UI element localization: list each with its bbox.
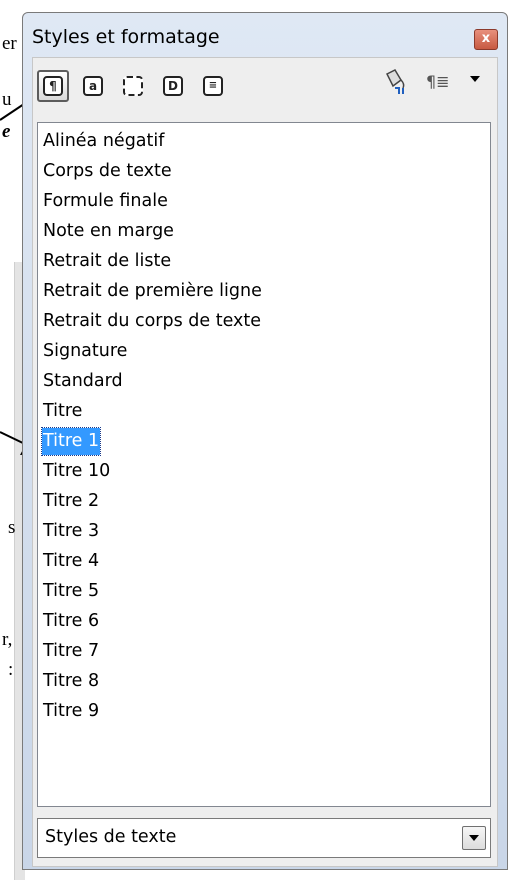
character-styles-icon: a	[83, 76, 103, 96]
frame-styles-icon	[123, 76, 143, 96]
style-list-item[interactable]: Standard	[42, 368, 124, 395]
style-list-item[interactable]: Corps de texte	[42, 158, 173, 185]
style-list-item[interactable]: Note en marge	[42, 218, 175, 245]
style-list-item[interactable]: Formule finale	[42, 188, 169, 215]
style-list-item[interactable]: Titre 8	[42, 668, 100, 695]
style-list-item[interactable]: Titre	[42, 398, 83, 425]
style-list-item[interactable]: Titre 4	[42, 548, 100, 575]
style-list-item[interactable]: Alinéa négatif	[42, 128, 165, 155]
style-list-item[interactable]: Retrait du corps de texte	[42, 308, 262, 335]
close-icon: x	[481, 31, 491, 46]
style-family-toolbar: ¶ a D ≡ ¶≣	[33, 58, 497, 122]
style-list-item[interactable]: Titre 10	[42, 458, 111, 485]
style-list-item[interactable]: Titre 7	[42, 638, 100, 665]
close-button[interactable]: x	[474, 29, 498, 50]
character-styles-button[interactable]: a	[77, 70, 109, 102]
style-list-item[interactable]: Titre 6	[42, 608, 100, 635]
style-filter-select[interactable]: Styles de texte	[37, 818, 491, 858]
fill-format-button[interactable]	[381, 68, 411, 100]
new-style-icon: ¶≣	[426, 72, 450, 91]
panel-title: Styles et formatage	[32, 26, 220, 48]
style-actions-dropdown[interactable]	[470, 76, 480, 82]
new-style-button[interactable]: ¶≣	[426, 72, 450, 91]
style-list-item[interactable]: Titre 1	[40, 427, 102, 456]
style-list-item[interactable]: Titre 9	[42, 698, 100, 725]
style-list-item[interactable]: Titre 5	[42, 578, 100, 605]
list-styles-button[interactable]: ≡	[197, 70, 229, 102]
style-list-item[interactable]: Titre 3	[42, 518, 100, 545]
frame-styles-button[interactable]	[117, 70, 149, 102]
chevron-down-icon	[470, 76, 480, 82]
style-list-item[interactable]: Signature	[42, 338, 128, 365]
style-filter-value: Styles de texte	[45, 827, 177, 847]
panel-body: ¶ a D ≡ ¶≣ Alinéa négatif Corps de texte…	[32, 57, 498, 867]
chevron-down-icon	[469, 835, 479, 841]
paragraph-styles-button[interactable]: ¶	[37, 70, 69, 102]
fill-format-icon	[385, 69, 405, 94]
filter-dropdown-button[interactable]	[462, 826, 486, 850]
page-styles-button[interactable]: D	[157, 70, 189, 102]
paragraph-styles-icon: ¶	[43, 76, 63, 96]
page-styles-icon: D	[163, 76, 183, 96]
style-list-item[interactable]: Titre 2	[42, 488, 100, 515]
styles-formatting-panel: Styles et formatage x ¶ a D ≡ ¶≣ Alinéa …	[22, 12, 508, 870]
style-list-item[interactable]: Retrait de première ligne	[42, 278, 263, 305]
list-styles-icon: ≡	[203, 76, 223, 96]
style-list-item[interactable]: Retrait de liste	[42, 248, 172, 275]
styles-list[interactable]: Alinéa négatif Corps de texte Formule fina…	[37, 122, 491, 807]
panel-titlebar[interactable]: Styles et formatage x	[23, 13, 507, 55]
